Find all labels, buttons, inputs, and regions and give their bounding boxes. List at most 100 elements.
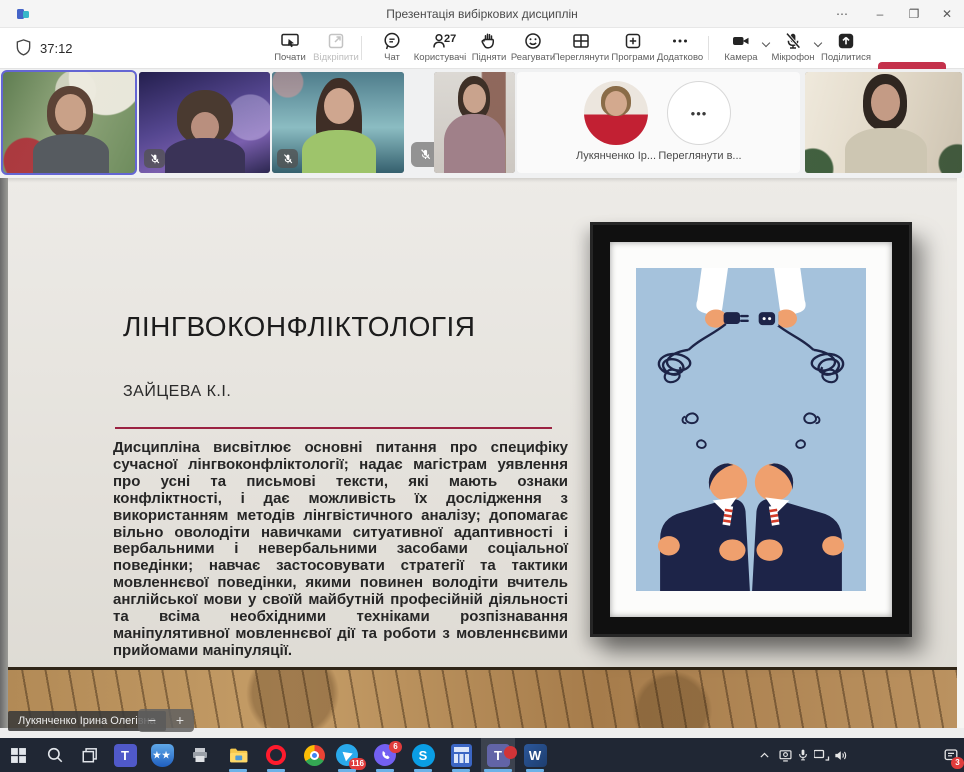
notification-center-button[interactable]: 3 <box>942 743 960 767</box>
running-app-indicator <box>484 769 512 772</box>
participant-video-active[interactable] <box>3 72 135 173</box>
speaker-icon <box>833 748 848 763</box>
more-actions-button[interactable]: Додатково <box>652 31 708 67</box>
participant-video[interactable] <box>805 72 962 173</box>
picture-mat <box>610 242 892 617</box>
window-title: Презентація вибіркових дисциплін <box>0 7 964 21</box>
teams-glyph: T <box>121 748 129 763</box>
teams-icon: T <box>114 744 137 767</box>
pop-out-button[interactable]: Відкріпити <box>308 31 364 67</box>
apps-plus-icon <box>623 31 643 51</box>
avatar-face <box>605 91 627 116</box>
meeting-toolbar: 37:12 Почати Відкріпити Чат <box>0 28 964 69</box>
taskbar-skype-icon[interactable]: S <box>411 743 435 767</box>
teams-notification-dot <box>504 746 517 759</box>
opera-icon <box>266 745 286 765</box>
participant-avatar[interactable] <box>584 81 648 145</box>
smiley-icon <box>523 31 543 51</box>
word-icon: W <box>524 744 547 767</box>
mic-muted-icon <box>149 153 161 165</box>
button-label: Поділитися <box>818 52 874 63</box>
desktop-user-icon <box>778 748 793 763</box>
window-close-button[interactable]: ✕ <box>932 0 962 28</box>
ellipsis-icon: ••• <box>691 106 708 121</box>
running-app-indicator <box>338 769 356 772</box>
taskbar-opera-icon[interactable] <box>264 743 288 767</box>
printer-icon <box>190 745 210 765</box>
camera-icon <box>731 31 751 51</box>
taskbar-chrome-icon[interactable] <box>302 743 326 767</box>
two-men-plug-socket-illustration <box>636 268 866 591</box>
taskbar-printer-icon[interactable] <box>188 743 212 767</box>
participant-video[interactable] <box>272 72 404 173</box>
toolbar-divider <box>708 36 709 60</box>
slide-body-text: Дисципліна висвітлює основні питання про… <box>113 440 568 660</box>
taskbar-teams-active-icon[interactable]: T <box>486 743 510 767</box>
tray-microphone-button[interactable] <box>795 743 811 767</box>
taskbar-search-button[interactable] <box>43 743 67 767</box>
start-button[interactable] <box>6 743 30 767</box>
participant-video[interactable] <box>139 72 270 173</box>
raised-hand-icon <box>479 31 499 51</box>
mic-muted-icon <box>419 148 432 161</box>
zoom-out-button[interactable]: − <box>148 709 156 732</box>
button-label: Переглянути <box>549 52 613 63</box>
participant-face <box>871 84 900 121</box>
participant-video[interactable] <box>434 72 515 173</box>
task-view-icon <box>81 746 99 764</box>
teams-glyph: T <box>494 748 502 763</box>
slide-title: ЛІНГВОКОНФЛІКТОЛОГІЯ <box>123 311 476 343</box>
participant-torso <box>33 134 109 173</box>
teams-meeting-window: Презентація вибіркових дисциплін ⋯ – ❐ ✕… <box>0 0 964 772</box>
taskbar-file-explorer-icon[interactable] <box>226 743 250 767</box>
microphone-button[interactable]: Мікрофон <box>764 31 822 67</box>
shield-app-icon: ★★ <box>151 744 174 767</box>
share-button[interactable]: Поділитися <box>818 31 874 67</box>
stage-left-edge <box>0 178 8 738</box>
slide-picture-frame <box>590 222 912 637</box>
participant-torso <box>845 128 927 173</box>
running-app-indicator <box>267 769 285 772</box>
tray-hidden-icons-button[interactable] <box>756 743 772 767</box>
button-label: Відкріпити <box>308 52 364 63</box>
participants-count-badge: 27 <box>444 33 456 45</box>
chrome-icon <box>304 745 325 766</box>
view-button[interactable]: Переглянути <box>549 31 613 67</box>
mic-muted-icon <box>783 31 803 51</box>
taskbar-calculator-icon[interactable] <box>449 743 473 767</box>
running-app-indicator <box>376 769 394 772</box>
conflict-illustration <box>636 268 866 591</box>
task-view-button[interactable] <box>78 743 102 767</box>
folder-icon <box>228 745 249 766</box>
shared-slide: ЛІНГВОКОНФЛІКТОЛОГІЯ ЗАЙЦЕВА К.І. Дисцип… <box>0 178 964 738</box>
toolbar-divider <box>361 36 362 60</box>
security-shield-icon <box>14 38 33 57</box>
taskbar-viber-icon[interactable]: 6 <box>373 743 397 767</box>
taskbar-teams-icon[interactable]: T <box>113 743 137 767</box>
chat-icon <box>382 31 402 51</box>
running-app-indicator <box>414 769 432 772</box>
taskbar-word-icon[interactable]: W <box>523 743 547 767</box>
ethernet-network-icon <box>814 747 830 763</box>
participant-torso <box>444 114 505 173</box>
calculator-icon <box>451 744 472 767</box>
window-more-button[interactable]: ⋯ <box>827 0 857 28</box>
camera-button[interactable]: Камера <box>712 31 770 67</box>
tray-meet-now-button[interactable] <box>776 743 794 767</box>
skype-glyph: S <box>419 748 428 763</box>
screen-share-icon <box>280 31 300 51</box>
window-minimize-button[interactable]: – <box>865 0 895 28</box>
window-maximize-button[interactable]: ❐ <box>899 0 929 28</box>
participant-face <box>55 94 86 131</box>
pop-out-icon <box>326 31 346 51</box>
view-more-participants-button[interactable]: ••• <box>667 81 731 145</box>
running-app-indicator <box>526 769 544 772</box>
taskbar-shield-app-icon[interactable]: ★★ <box>150 743 174 767</box>
zoom-in-button[interactable]: + <box>176 709 184 732</box>
taskbar-telegram-icon[interactable]: 116 <box>335 743 359 767</box>
tray-network-button[interactable] <box>813 743 831 767</box>
meeting-timer: 37:12 <box>40 41 73 56</box>
view-more-label: Переглянути в... <box>645 150 755 162</box>
tray-volume-button[interactable] <box>831 743 849 767</box>
button-label: Додатково <box>652 52 708 63</box>
